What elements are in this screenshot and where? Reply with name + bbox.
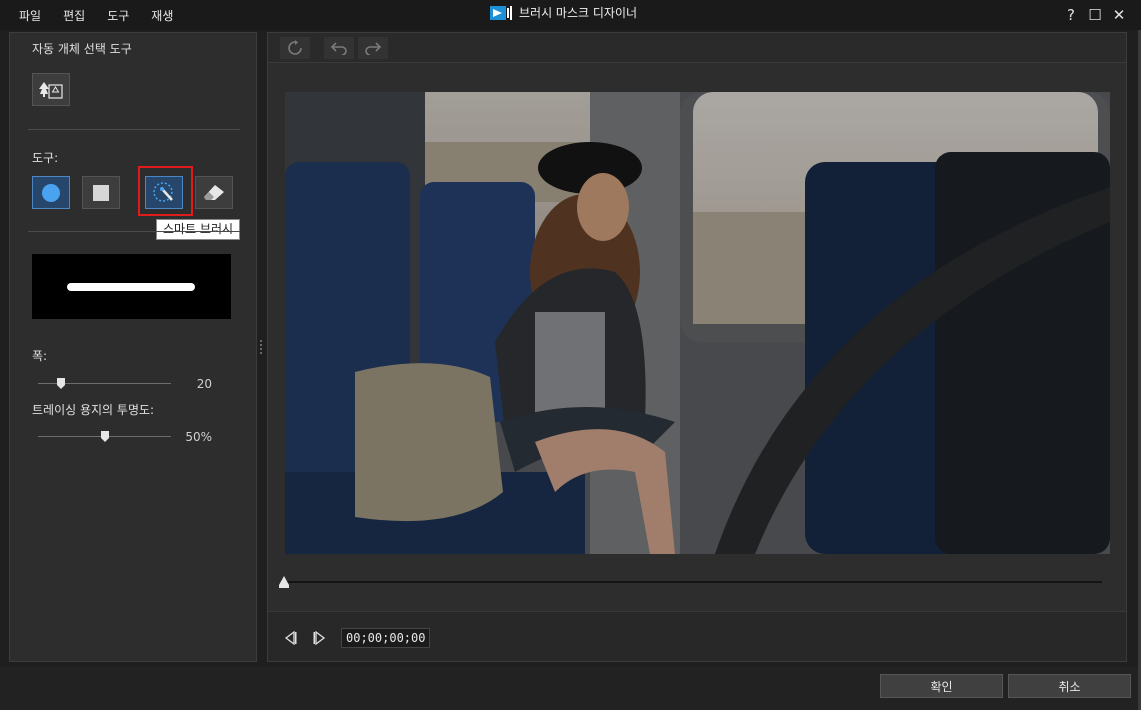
video-preview-image[interactable] <box>285 92 1110 554</box>
undo-icon <box>330 42 347 55</box>
tools-panel: 자동 개체 선택 도구 도구: 스마트 브러시 폭: 20 트레이싱 용지의 투… <box>9 32 257 662</box>
divider <box>28 129 240 130</box>
width-slider-thumb[interactable] <box>56 378 65 389</box>
app-title: 브러시 마스크 디자이너 <box>490 4 637 21</box>
divider <box>28 231 240 232</box>
previous-frame-icon <box>284 631 297 645</box>
menu-file[interactable]: 파일 <box>19 7 41 24</box>
ok-button[interactable]: 확인 <box>880 674 1003 698</box>
reset-button[interactable] <box>280 37 310 59</box>
next-frame-icon <box>313 631 326 645</box>
preview-panel: 00;00;00;00 <box>267 32 1127 662</box>
circle-brush-button[interactable] <box>32 176 70 209</box>
help-button[interactable]: ? <box>1059 5 1083 25</box>
maximize-button[interactable]: ☐ <box>1083 5 1107 25</box>
timecode-display[interactable]: 00;00;00;00 <box>341 628 431 648</box>
opacity-value: 50% <box>185 430 212 444</box>
eraser-button[interactable] <box>195 176 233 209</box>
brush-preview <box>32 254 231 319</box>
opacity-label: 트레이싱 용지의 투명도: <box>32 403 155 417</box>
auto-object-select-button[interactable] <box>32 73 70 106</box>
panel-splitter[interactable] <box>259 340 263 358</box>
width-value: 20 <box>196 377 212 391</box>
window-controls: ? ☐ ✕ <box>1059 5 1131 25</box>
menu-bar: 파일 편집 도구 재생 <box>8 0 184 30</box>
width-label: 폭: <box>32 349 48 363</box>
dialog-button-bar: 확인 취소 <box>0 667 1141 710</box>
next-frame-button[interactable] <box>309 628 331 648</box>
smart-brush-highlight <box>138 166 193 216</box>
viewer-toolbar <box>268 33 1126 63</box>
circle-icon <box>42 183 60 202</box>
tools-label: 도구: <box>32 151 59 165</box>
auto-select-icon <box>39 81 63 99</box>
app-logo-icon <box>490 5 512 20</box>
square-brush-button[interactable] <box>82 176 120 209</box>
undo-button[interactable] <box>324 37 354 59</box>
brush-stroke-preview <box>67 283 195 291</box>
redo-icon <box>365 42 382 55</box>
menu-tools[interactable]: 도구 <box>107 7 129 24</box>
timeline-track[interactable] <box>284 581 1102 583</box>
eraser-icon <box>204 184 224 200</box>
smart-brush-tooltip: 스마트 브러시 <box>156 219 241 240</box>
auto-select-label: 자동 개체 선택 도구 <box>32 42 132 56</box>
app-title-text: 브러시 마스크 디자이너 <box>519 6 638 20</box>
redo-button[interactable] <box>358 37 388 59</box>
timeline-playhead[interactable] <box>278 575 290 589</box>
close-button[interactable]: ✕ <box>1107 5 1131 25</box>
menu-playback[interactable]: 재생 <box>151 7 173 24</box>
cancel-button[interactable]: 취소 <box>1008 674 1131 698</box>
menu-edit[interactable]: 편집 <box>63 7 85 24</box>
title-bar: 파일 편집 도구 재생 브러시 마스크 디자이너 ? ☐ ✕ <box>0 0 1141 30</box>
opacity-slider-thumb[interactable] <box>100 431 109 442</box>
previous-frame-button[interactable] <box>279 628 301 648</box>
reset-icon <box>288 40 302 55</box>
square-icon <box>93 184 109 201</box>
playback-bar: 00;00;00;00 <box>268 611 1126 661</box>
